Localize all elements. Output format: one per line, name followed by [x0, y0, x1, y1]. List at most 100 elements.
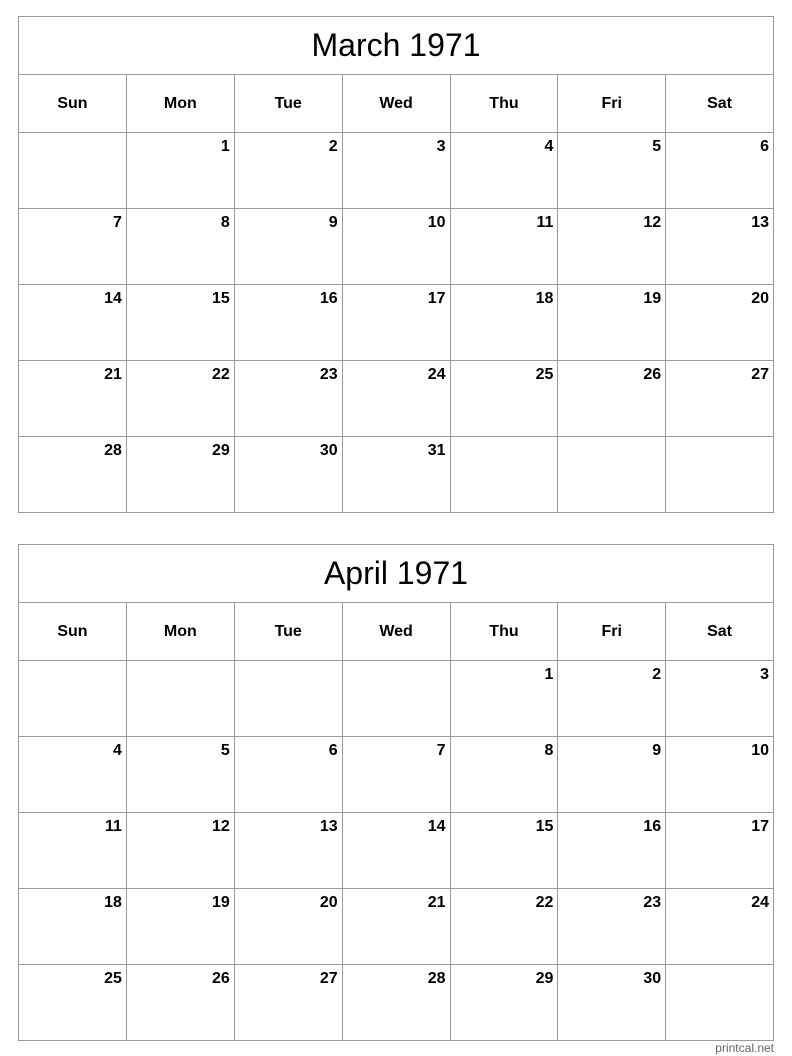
- day-cell: 6: [665, 132, 774, 209]
- day-number: 22: [211, 366, 230, 383]
- weekday-header: Wed: [341, 74, 451, 133]
- day-cell: [18, 660, 127, 737]
- day-cell: [449, 436, 559, 513]
- day-number: 26: [211, 970, 230, 987]
- day-number: 28: [427, 970, 446, 987]
- day-cell: 3: [665, 660, 774, 737]
- day-cell: [557, 436, 667, 513]
- day-number: 19: [211, 894, 230, 911]
- day-number: 27: [319, 970, 338, 987]
- day-cell: 4: [18, 736, 127, 813]
- day-cell: 26: [557, 360, 667, 437]
- day-cell: 17: [341, 284, 451, 361]
- day-number: [343, 661, 450, 666]
- day-cell: 30: [233, 436, 343, 513]
- day-cell: 1: [449, 660, 559, 737]
- weekday-header: Tue: [233, 602, 343, 661]
- day-cell: 29: [125, 436, 235, 513]
- day-number: 16: [319, 290, 338, 307]
- day-number: 24: [751, 894, 769, 911]
- day-cell: 19: [125, 888, 235, 965]
- day-cell: 6: [233, 736, 343, 813]
- day-number: 13: [319, 818, 338, 835]
- day-number: 3: [760, 666, 769, 683]
- day-cell: 13: [233, 812, 343, 889]
- weekday-header: Mon: [125, 74, 235, 133]
- day-cell: 9: [233, 208, 343, 285]
- weekday-header: Sat: [665, 602, 774, 661]
- day-cell: 14: [18, 284, 127, 361]
- day-number: 20: [319, 894, 338, 911]
- day-number: 6: [760, 138, 769, 155]
- weekday-header: Thu: [449, 74, 559, 133]
- credit-text[interactable]: printcal.net: [715, 1041, 774, 1055]
- day-number: 10: [427, 214, 446, 231]
- week-row: 14 15 16 17 18 19 20: [18, 284, 774, 361]
- day-cell: 20: [233, 888, 343, 965]
- week-row: 21 22 23 24 25 26 27: [18, 360, 774, 437]
- day-number: 4: [112, 742, 122, 759]
- day-cell: 21: [341, 888, 451, 965]
- day-number: 22: [535, 894, 554, 911]
- day-number: 17: [427, 290, 446, 307]
- day-number: 6: [328, 742, 338, 759]
- day-number: [19, 133, 126, 138]
- day-number: 5: [220, 742, 230, 759]
- day-cell: 13: [665, 208, 774, 285]
- day-number: 15: [211, 290, 230, 307]
- day-cell: 10: [341, 208, 451, 285]
- day-cell: 7: [18, 208, 127, 285]
- day-number: 19: [643, 290, 662, 307]
- day-cell: 5: [125, 736, 235, 813]
- day-number: 14: [427, 818, 446, 835]
- day-cell: 26: [125, 964, 235, 1041]
- day-number: [666, 437, 773, 442]
- day-number: 25: [104, 970, 122, 987]
- weekday-header: Wed: [341, 602, 451, 661]
- day-cell: 4: [449, 132, 559, 209]
- day-number: 31: [427, 442, 446, 459]
- day-number: 30: [643, 970, 662, 987]
- day-cell: 18: [18, 888, 127, 965]
- weekday-header: Fri: [557, 602, 667, 661]
- day-number: 9: [652, 742, 662, 759]
- day-number: 13: [751, 214, 769, 231]
- day-number: 3: [436, 138, 446, 155]
- week-row: 11 12 13 14 15 16 17: [18, 812, 774, 889]
- day-number: 29: [535, 970, 554, 987]
- day-number: 4: [544, 138, 554, 155]
- day-cell: 11: [18, 812, 127, 889]
- day-number: 26: [643, 366, 662, 383]
- month-title: March 1971: [18, 16, 774, 75]
- day-cell: 8: [449, 736, 559, 813]
- month-title: April 1971: [18, 544, 774, 603]
- day-cell: 10: [665, 736, 774, 813]
- day-number: 1: [220, 138, 230, 155]
- day-cell: 24: [341, 360, 451, 437]
- week-row: 25 26 27 28 29 30: [18, 964, 774, 1041]
- day-number: 27: [751, 366, 769, 383]
- calendar-april: April 1971 Sun Mon Tue Wed Thu Fri Sat 1 2 3 4 5 6 7 8 9…: [18, 544, 774, 1041]
- day-cell: 23: [557, 888, 667, 965]
- day-number: 12: [643, 214, 662, 231]
- day-cell: 7: [341, 736, 451, 813]
- day-number: 12: [211, 818, 230, 835]
- day-cell: 16: [233, 284, 343, 361]
- weekday-header: Sun: [18, 74, 127, 133]
- day-cell: [665, 436, 774, 513]
- day-number: 11: [536, 214, 554, 231]
- day-cell: 29: [449, 964, 559, 1041]
- weekday-header: Thu: [449, 602, 559, 661]
- day-cell: 2: [557, 660, 667, 737]
- day-cell: 22: [449, 888, 559, 965]
- day-number: 23: [643, 894, 662, 911]
- day-number: 7: [436, 742, 446, 759]
- day-number: [451, 437, 558, 442]
- day-cell: 2: [233, 132, 343, 209]
- day-number: 28: [104, 442, 122, 459]
- day-number: 15: [535, 818, 554, 835]
- week-row: 18 19 20 21 22 23 24: [18, 888, 774, 965]
- day-cell: 18: [449, 284, 559, 361]
- day-number: 29: [211, 442, 230, 459]
- day-number: 24: [427, 366, 446, 383]
